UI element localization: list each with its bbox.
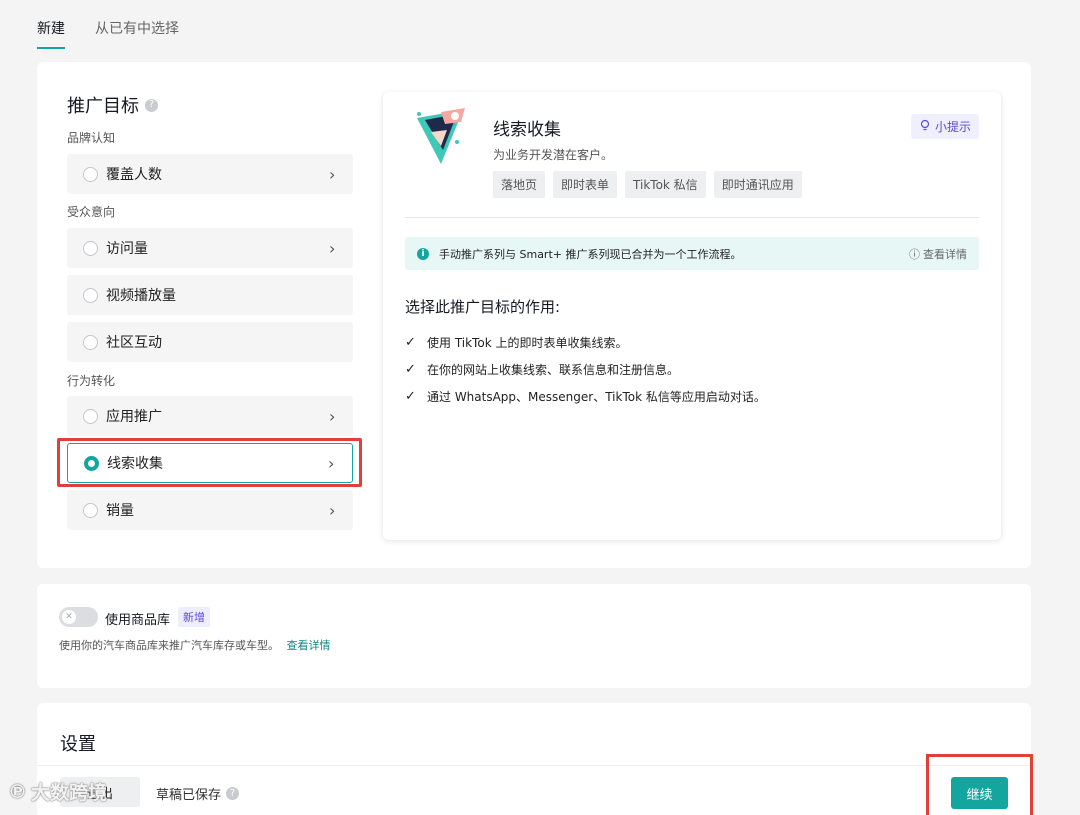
- radio-icon[interactable]: [83, 502, 98, 518]
- notice-text: 手动推广系列与 Smart+ 推广系列现已合并为一个工作流程。: [439, 247, 742, 261]
- view-details-label: 查看详情: [923, 247, 967, 261]
- info-circle-icon: ⓘ: [909, 247, 920, 261]
- catalog-toggle[interactable]: ✕: [59, 607, 98, 627]
- chevron-right-icon: ›: [329, 406, 336, 426]
- purpose-title: 选择此推广目标的作用:: [405, 298, 561, 316]
- tab-choose-existing[interactable]: 从已有中选择: [95, 18, 179, 49]
- objective-description: 为业务开发潜在客户。: [493, 148, 614, 162]
- chevron-right-icon: ›: [329, 238, 336, 258]
- continue-button[interactable]: 继续: [951, 777, 1008, 809]
- check-icon: ✓: [405, 334, 416, 350]
- check-icon: ✓: [405, 388, 416, 404]
- objective-detail-panel: 线索收集 为业务开发潜在客户。 落地页 即时表单 TikTok 私信 即时通讯应…: [383, 92, 1001, 540]
- option-community-interaction[interactable]: 社区互动: [67, 322, 353, 362]
- catalog-label: 使用商品库: [105, 613, 171, 628]
- objective-name: 线索收集: [493, 120, 561, 140]
- option-label: 线索收集: [107, 456, 163, 472]
- list-item: ✓ 通过 WhatsApp、Messenger、TikTok 私信等应用启动对话。: [405, 388, 766, 404]
- radio-icon[interactable]: [83, 240, 98, 256]
- settings-title: 设置: [60, 734, 96, 755]
- group-label-consideration: 受众意向: [67, 205, 116, 219]
- catalog-description: 使用你的汽车商品库来推广汽车库存或车型。 查看详情: [59, 637, 331, 653]
- view-details-link[interactable]: ⓘ 查看详情: [909, 246, 967, 262]
- option-sales[interactable]: 销量 ›: [67, 490, 353, 530]
- tag: 即时表单: [553, 171, 618, 198]
- draft-status: 草稿已保存 ?: [156, 784, 240, 803]
- merge-notice-banner: i 手动推广系列与 Smart+ 推广系列现已合并为一个工作流程。 ⓘ 查看详情: [405, 237, 979, 270]
- chevron-right-icon: ›: [329, 500, 336, 520]
- objective-title: 推广目标: [67, 96, 139, 117]
- chevron-right-icon: ›: [328, 453, 335, 473]
- tag: 落地页: [493, 171, 546, 198]
- chevron-right-icon: ›: [329, 164, 336, 184]
- purpose-list: ✓ 使用 TikTok 上的即时表单收集线索。 ✓ 在你的网站上收集线索、联系信息和…: [405, 334, 766, 415]
- help-icon[interactable]: ?: [226, 787, 240, 800]
- divider: [37, 765, 1031, 766]
- group-label-awareness: 品牌认知: [67, 131, 116, 145]
- radio-icon[interactable]: [83, 408, 98, 424]
- catalog-description-text: 使用你的汽车商品库来推广汽车库存或车型。: [59, 639, 279, 652]
- objective-heading: 推广目标 ?: [67, 92, 158, 118]
- purpose-text: 通过 WhatsApp、Messenger、TikTok 私信等应用启动对话。: [427, 389, 766, 404]
- option-reach[interactable]: 覆盖人数 ›: [67, 154, 353, 194]
- list-item: ✓ 在你的网站上收集线索、联系信息和注册信息。: [405, 361, 766, 377]
- option-lead-generation[interactable]: 线索收集 ›: [67, 443, 353, 483]
- purpose-text: 使用 TikTok 上的即时表单收集线索。: [427, 335, 628, 350]
- exit-button[interactable]: 退出: [60, 777, 140, 807]
- radio-icon[interactable]: [83, 334, 98, 350]
- list-item: ✓ 使用 TikTok 上的即时表单收集线索。: [405, 334, 766, 350]
- option-traffic[interactable]: 访问量 ›: [67, 228, 353, 268]
- tips-button[interactable]: 小提示: [910, 114, 979, 139]
- option-label: 应用推广: [106, 409, 162, 425]
- check-icon: ✓: [405, 361, 416, 377]
- draft-status-text: 草稿已保存: [156, 788, 222, 803]
- option-video-views[interactable]: 视频播放量: [67, 275, 353, 315]
- option-app-promotion[interactable]: 应用推广 ›: [67, 396, 353, 436]
- objective-card: 推广目标 ? 品牌认知 覆盖人数 › 受众意向 访问量 › 视频播放量 社区互动…: [37, 62, 1031, 568]
- divider: [405, 217, 979, 218]
- help-icon[interactable]: ?: [145, 98, 158, 112]
- info-icon: i: [417, 247, 429, 260]
- creation-tabs: 新建 从已有中选择: [37, 18, 179, 49]
- tab-new[interactable]: 新建: [37, 18, 65, 49]
- option-label: 访问量: [106, 241, 148, 257]
- close-icon: ✕: [62, 610, 76, 624]
- footer-bar: 退出 草稿已保存 ? 继续: [0, 770, 1080, 815]
- lightbulb-icon: [919, 119, 931, 134]
- new-badge: 新增: [178, 607, 210, 627]
- radio-icon[interactable]: [83, 166, 98, 182]
- lead-generation-illustration-icon: [417, 108, 465, 164]
- group-label-conversion: 行为转化: [67, 374, 116, 388]
- tag: 即时通讯应用: [713, 171, 802, 198]
- catalog-card: ✕ 使用商品库 新增 使用你的汽车商品库来推广汽车库存或车型。 查看详情: [37, 584, 1031, 688]
- catalog-details-link[interactable]: 查看详情: [287, 639, 331, 652]
- tips-label: 小提示: [934, 120, 971, 134]
- radio-icon[interactable]: [83, 287, 98, 303]
- option-label: 视频播放量: [106, 288, 176, 304]
- channel-tags: 落地页 即时表单 TikTok 私信 即时通讯应用: [493, 171, 802, 198]
- option-label: 社区互动: [106, 335, 162, 351]
- purpose-text: 在你的网站上收集线索、联系信息和注册信息。: [427, 362, 680, 377]
- radio-selected-icon[interactable]: [84, 455, 99, 471]
- tag: TikTok 私信: [625, 171, 706, 198]
- option-label: 销量: [106, 503, 134, 519]
- option-label: 覆盖人数: [106, 167, 162, 183]
